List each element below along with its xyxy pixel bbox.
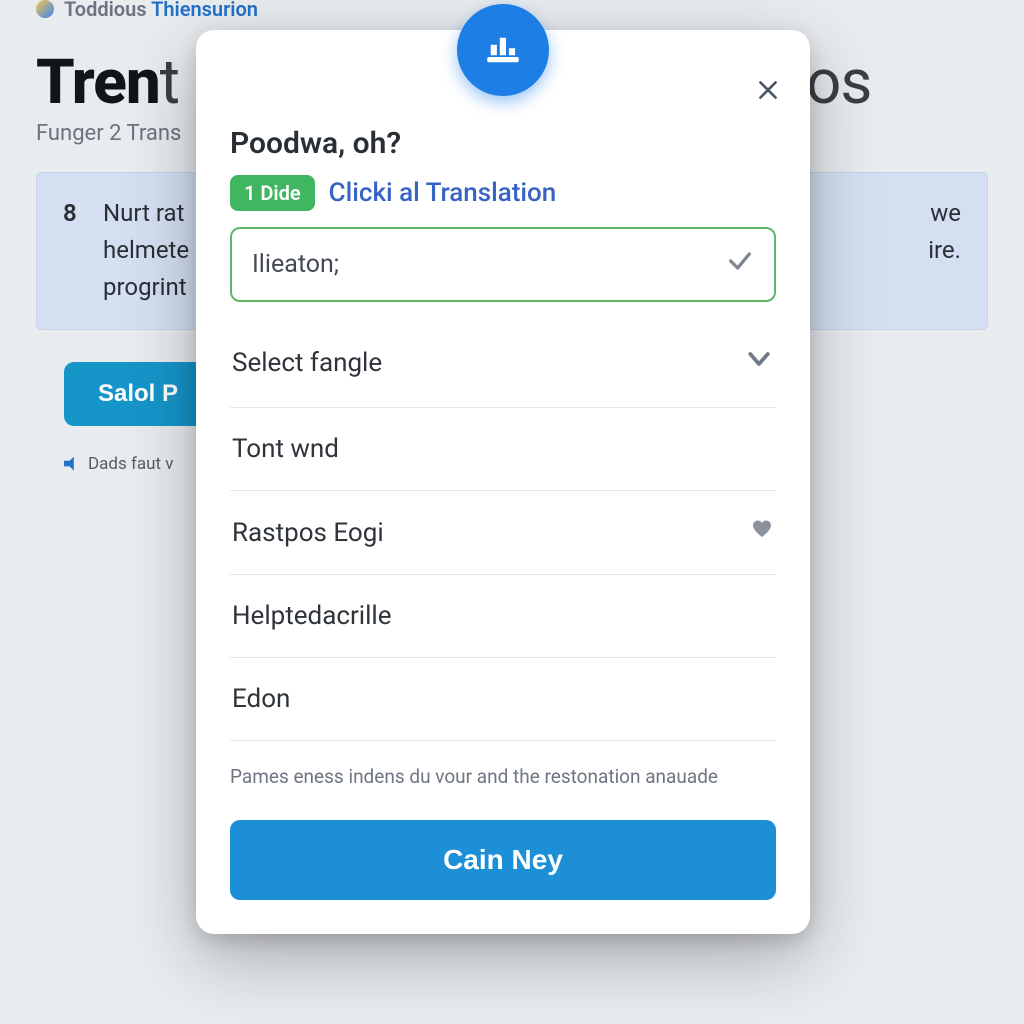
check-icon bbox=[726, 247, 754, 282]
banner-l1a: Nurt rat bbox=[103, 195, 184, 232]
title-thin: t bbox=[160, 46, 179, 119]
chart-icon bbox=[482, 29, 524, 71]
option-tont-wnd[interactable]: Tont wnd bbox=[230, 408, 776, 491]
option-label: Select fangle bbox=[232, 348, 382, 378]
banner-number: 8 bbox=[63, 195, 85, 307]
option-helptedacrille[interactable]: Helptedacrille bbox=[230, 575, 776, 658]
tagline-link[interactable]: Clicki al Translation bbox=[329, 178, 557, 208]
brand-text: Toddious Thiensurion bbox=[64, 0, 258, 21]
modal-dialog: Poodwa, oh? 1 Dide Clicki al Translation… bbox=[196, 30, 810, 934]
title-strong: Tren bbox=[36, 46, 160, 119]
modal-tagline-row: 1 Dide Clicki al Translation bbox=[230, 175, 776, 211]
option-label: Tont wnd bbox=[232, 434, 339, 464]
chevron-down-icon bbox=[744, 344, 774, 381]
banner-l2b: ire. bbox=[928, 232, 961, 269]
audio-label: Dads faut v bbox=[88, 454, 174, 474]
close-icon bbox=[755, 77, 781, 103]
speaker-icon bbox=[64, 457, 78, 471]
brand-left: Toddious bbox=[64, 0, 147, 21]
option-label: Helptedacrille bbox=[232, 601, 392, 631]
option-rastpos-eogi[interactable]: Rastpos Eogi bbox=[230, 491, 776, 575]
primary-action-button[interactable]: Cain Ney bbox=[230, 820, 776, 900]
banner-l1b: we bbox=[930, 195, 961, 232]
modal-badge-icon bbox=[457, 4, 549, 96]
option-edon[interactable]: Edon bbox=[230, 658, 776, 741]
title-tail: os bbox=[806, 46, 871, 119]
heart-icon bbox=[750, 517, 774, 548]
option-select-fangle[interactable]: Select fangle bbox=[230, 314, 776, 408]
option-list: Select fangle Tont wnd Rastpos Eogi Help… bbox=[230, 314, 776, 741]
brand-right: Thiensurion bbox=[151, 0, 258, 21]
helper-text: Pames eness indens du vour and the resto… bbox=[230, 765, 776, 788]
close-button[interactable] bbox=[748, 70, 788, 110]
brand-logo-icon bbox=[36, 0, 54, 18]
action-button[interactable]: Salol P bbox=[64, 362, 212, 426]
banner-l2a: helmete bbox=[103, 232, 189, 269]
option-label: Edon bbox=[232, 684, 290, 714]
selection-value: Ilieaton; bbox=[252, 250, 339, 279]
option-label: Rastpos Eogi bbox=[232, 518, 384, 548]
status-chip: 1 Dide bbox=[230, 175, 315, 211]
selection-input[interactable]: Ilieaton; bbox=[230, 227, 776, 302]
